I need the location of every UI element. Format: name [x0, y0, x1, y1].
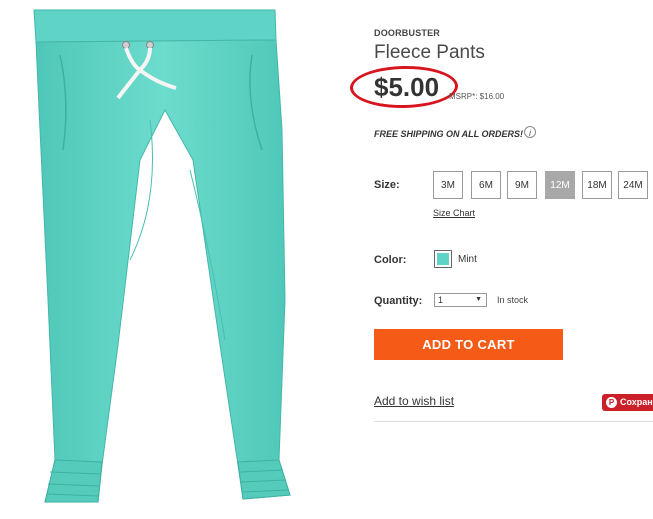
color-label: Color:: [374, 254, 407, 266]
size-option-3m[interactable]: 3M: [433, 171, 463, 199]
dropdown-arrow-icon: ▼: [475, 296, 482, 303]
size-option-9m[interactable]: 9M: [507, 171, 537, 199]
color-swatch-mint[interactable]: [434, 250, 452, 268]
divider: [374, 421, 653, 422]
pinterest-save-button[interactable]: P Сохран: [602, 394, 653, 411]
free-shipping-text: FREE SHIPPING ON ALL ORDERS!: [374, 129, 524, 139]
size-option-18m[interactable]: 18M: [582, 171, 612, 199]
size-option-24m[interactable]: 24M: [618, 171, 648, 199]
quantity-label: Quantity:: [374, 295, 423, 307]
doorbuster-badge: DOORBUSTER: [374, 28, 441, 38]
size-option-12m[interactable]: 12M: [545, 171, 575, 199]
add-to-cart-button[interactable]: ADD TO CART: [374, 329, 563, 360]
size-chart-link[interactable]: Size Chart: [433, 208, 475, 218]
info-icon[interactable]: i: [524, 126, 536, 138]
msrp-price: MSRP*: $16.00: [449, 92, 505, 101]
color-name: Mint: [458, 254, 477, 265]
pinterest-icon: P: [606, 397, 617, 408]
size-option-6m[interactable]: 6M: [471, 171, 501, 199]
quantity-select[interactable]: 1 ▼: [434, 293, 487, 307]
product-title: Fleece Pants: [374, 42, 485, 63]
product-price: $5.00: [374, 72, 440, 102]
size-label: Size:: [374, 179, 400, 191]
product-image: [33, 9, 291, 503]
color-swatch-fill: [437, 253, 449, 265]
add-to-wishlist-link[interactable]: Add to wish list: [374, 394, 454, 408]
pinterest-save-label: Сохран: [620, 397, 653, 407]
quantity-value: 1: [438, 295, 444, 305]
stock-status: In stock: [497, 295, 529, 305]
